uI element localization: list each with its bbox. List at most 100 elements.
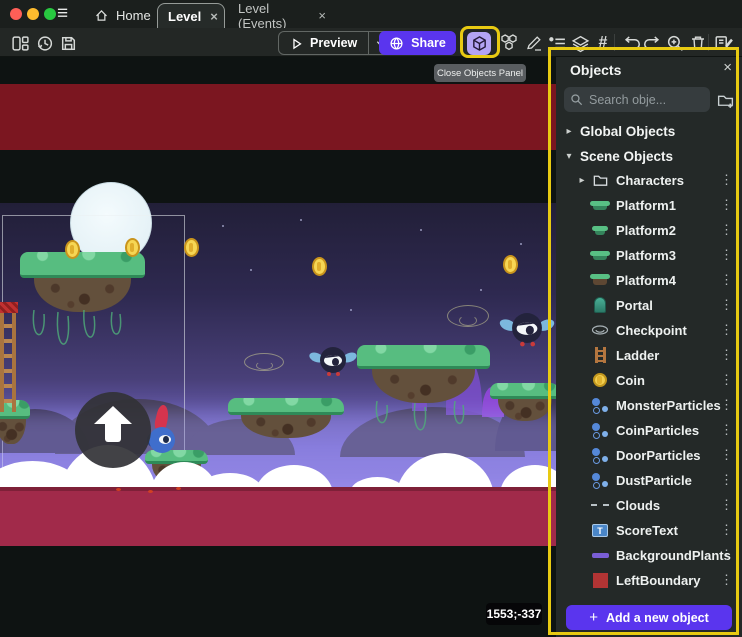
object-menu-icon[interactable]: ⋮ bbox=[720, 547, 733, 563]
object-row-monsterparticles[interactable]: MonsterParticles ⋮ bbox=[556, 393, 742, 417]
tab-level[interactable]: Level × bbox=[157, 3, 225, 28]
search-objects-field[interactable] bbox=[564, 87, 710, 112]
coin-object[interactable] bbox=[65, 240, 80, 259]
dashes-thumbnail-icon bbox=[590, 496, 610, 514]
section-scene-objects[interactable]: ▾ Scene Objects bbox=[556, 144, 742, 168]
object-row-platform1[interactable]: Platform1 ⋮ bbox=[556, 193, 742, 217]
preview-button[interactable]: Preview bbox=[278, 31, 391, 55]
history-icon[interactable] bbox=[32, 31, 56, 55]
extensions-icon[interactable] bbox=[497, 31, 521, 55]
trash-icon[interactable] bbox=[686, 31, 710, 55]
chevron-expanded-icon[interactable]: ▾ bbox=[562, 151, 576, 162]
object-menu-icon[interactable]: ⋮ bbox=[720, 322, 733, 338]
toolbar-separator bbox=[708, 34, 709, 51]
tab-home[interactable]: Home bbox=[84, 3, 154, 28]
edit-scene-properties-icon[interactable] bbox=[712, 31, 736, 55]
object-row-ladder[interactable]: Ladder ⋮ bbox=[556, 343, 742, 367]
object-menu-icon[interactable]: ⋮ bbox=[720, 222, 733, 238]
plus-icon: + bbox=[589, 609, 598, 626]
ufo-outline-object[interactable] bbox=[447, 305, 489, 327]
player-character-object[interactable] bbox=[147, 407, 177, 455]
platform-thumbnail-icon bbox=[590, 246, 610, 264]
add-folder-icon[interactable] bbox=[714, 89, 736, 111]
object-row-scoretext[interactable]: ScoreText ⋮ bbox=[556, 518, 742, 542]
chevron-collapsed-icon[interactable]: ▸ bbox=[562, 126, 576, 137]
platform-rock-thumbnail-icon bbox=[590, 271, 610, 289]
scene-editor-canvas[interactable]: 1553;-337 bbox=[0, 57, 556, 637]
zoom-in-icon[interactable] bbox=[663, 31, 687, 55]
undo-icon[interactable] bbox=[618, 31, 642, 55]
object-menu-icon[interactable]: ⋮ bbox=[720, 447, 733, 463]
object-menu-icon[interactable]: ⋮ bbox=[720, 372, 733, 388]
cube-icon bbox=[467, 32, 491, 55]
object-row-doorparticles[interactable]: DoorParticles ⋮ bbox=[556, 443, 742, 467]
chevron-collapsed-icon[interactable]: ▸ bbox=[576, 175, 588, 186]
zoom-window-button[interactable] bbox=[44, 8, 56, 20]
layers-icon[interactable] bbox=[568, 31, 592, 55]
section-global-objects[interactable]: ▸ Global Objects bbox=[556, 119, 742, 143]
object-menu-icon[interactable]: ⋮ bbox=[720, 522, 733, 538]
platform-object[interactable] bbox=[357, 345, 490, 403]
object-row-coin[interactable]: Coin ⋮ bbox=[556, 368, 742, 392]
monster-object[interactable] bbox=[512, 313, 542, 343]
home-icon bbox=[94, 8, 109, 23]
particles-thumbnail-icon bbox=[590, 446, 610, 464]
globe-icon bbox=[389, 36, 404, 51]
tab-level-events[interactable]: Level (Events) × bbox=[228, 3, 336, 28]
redo-icon[interactable] bbox=[641, 31, 665, 55]
object-menu-icon[interactable]: ⋮ bbox=[720, 347, 733, 363]
ladder-object[interactable] bbox=[0, 313, 16, 412]
object-menu-icon[interactable]: ⋮ bbox=[720, 272, 733, 288]
close-window-button[interactable] bbox=[10, 8, 22, 20]
object-menu-icon[interactable]: ⋮ bbox=[720, 422, 733, 438]
add-new-object-label: Add a new object bbox=[606, 611, 709, 625]
object-menu-icon[interactable]: ⋮ bbox=[720, 247, 733, 263]
object-row-leftboundary[interactable]: LeftBoundary ⋮ bbox=[556, 568, 742, 592]
objects-panel-toggle[interactable] bbox=[467, 31, 491, 55]
panels-layout-icon[interactable] bbox=[8, 31, 32, 55]
object-row-checkpoint[interactable]: Checkpoint ⋮ bbox=[556, 318, 742, 342]
toolbar-separator bbox=[614, 34, 615, 51]
save-icon[interactable] bbox=[56, 31, 80, 55]
jump-arrow-control[interactable] bbox=[75, 392, 151, 468]
platform-object[interactable] bbox=[490, 383, 556, 421]
coin-object[interactable] bbox=[184, 238, 199, 257]
object-row-characters[interactable]: ▸ Characters ⋮ bbox=[556, 168, 742, 192]
coin-object[interactable] bbox=[312, 257, 327, 276]
object-row-platform4[interactable]: Platform4 ⋮ bbox=[556, 268, 742, 292]
object-row-backgroundplants[interactable]: BackgroundPlants ⋮ bbox=[556, 543, 742, 567]
pencil-edit-icon[interactable] bbox=[522, 31, 546, 55]
object-row-coinparticles[interactable]: CoinParticles ⋮ bbox=[556, 418, 742, 442]
close-tab-icon[interactable]: × bbox=[210, 9, 218, 24]
close-tab-icon[interactable]: × bbox=[318, 8, 326, 23]
object-menu-icon[interactable]: ⋮ bbox=[720, 397, 733, 413]
close-panel-icon[interactable]: × bbox=[723, 59, 732, 76]
ladder-top-marker bbox=[0, 302, 18, 313]
object-menu-icon[interactable]: ⋮ bbox=[720, 497, 733, 513]
instances-list-icon[interactable] bbox=[545, 31, 569, 55]
monster-object[interactable] bbox=[320, 347, 346, 373]
object-menu-icon[interactable]: ⋮ bbox=[720, 197, 733, 213]
share-button[interactable]: Share bbox=[379, 31, 456, 55]
platform-object[interactable] bbox=[20, 252, 145, 312]
search-input[interactable] bbox=[589, 93, 704, 107]
coin-object[interactable] bbox=[125, 238, 140, 257]
coin-object[interactable] bbox=[503, 255, 518, 274]
add-new-object-button[interactable]: + Add a new object bbox=[566, 605, 732, 630]
object-menu-icon[interactable]: ⋮ bbox=[720, 572, 733, 588]
main-menu-icon[interactable]: ≡ bbox=[57, 1, 68, 27]
object-menu-icon[interactable]: ⋮ bbox=[720, 297, 733, 313]
object-menu-icon[interactable]: ⋮ bbox=[720, 172, 733, 188]
grid-icon[interactable]: # bbox=[591, 31, 615, 55]
object-row-dustparticle[interactable]: DustParticle ⋮ bbox=[556, 468, 742, 492]
particles-thumbnail-icon bbox=[590, 396, 610, 414]
object-menu-icon[interactable]: ⋮ bbox=[720, 472, 733, 488]
object-row-portal[interactable]: Portal ⋮ bbox=[556, 293, 742, 317]
object-row-platform2[interactable]: Platform2 ⋮ bbox=[556, 218, 742, 242]
object-row-platform3[interactable]: Platform3 ⋮ bbox=[556, 243, 742, 267]
minimize-window-button[interactable] bbox=[27, 8, 39, 20]
ufo-outline-object[interactable] bbox=[244, 353, 284, 371]
search-icon bbox=[570, 93, 584, 107]
object-row-clouds[interactable]: Clouds ⋮ bbox=[556, 493, 742, 517]
platform-object[interactable] bbox=[228, 398, 344, 438]
